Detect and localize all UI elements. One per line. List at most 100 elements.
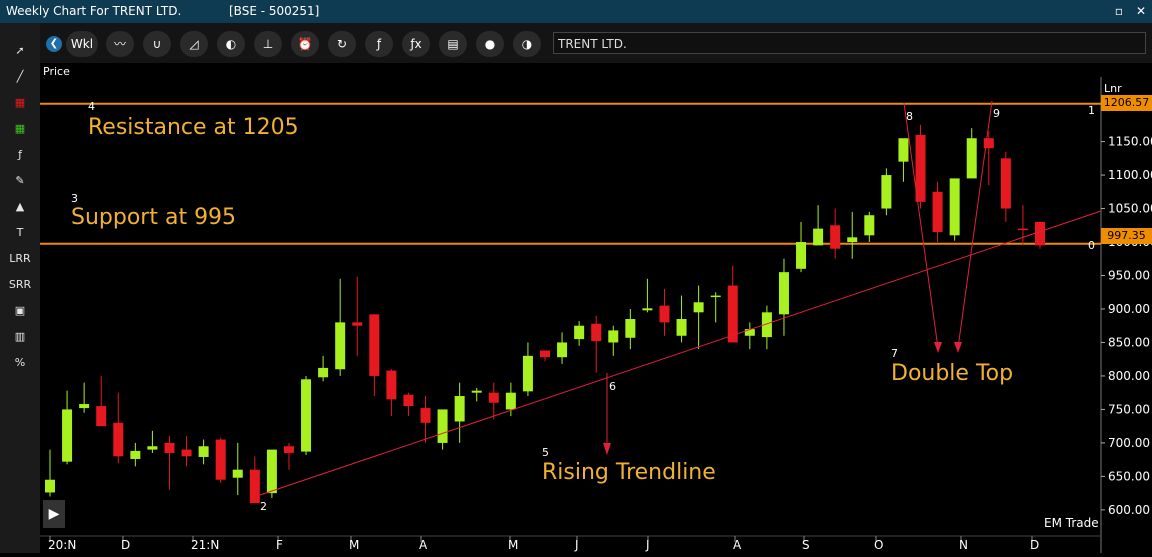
candle-body	[847, 237, 858, 243]
candle-body	[454, 396, 465, 422]
film-icon[interactable]: ▤	[439, 31, 467, 57]
x-tick-label: J	[574, 538, 579, 552]
candle-body	[778, 272, 789, 315]
annotation-double-top: Double Top	[891, 361, 1014, 386]
candle-body	[369, 314, 380, 376]
candle-body	[574, 325, 585, 340]
line-chart-icon[interactable]: 〰	[106, 31, 134, 57]
candle-body	[113, 422, 124, 457]
marker-1: 1	[1088, 104, 1095, 117]
candle-body	[181, 449, 192, 457]
candle-body	[471, 390, 482, 393]
y-tick-label: 750.00	[1108, 402, 1150, 416]
x-tick-label: A	[419, 538, 428, 552]
bar-chart-icon[interactable]: ▥	[8, 326, 32, 348]
function-icon[interactable]: ƒ	[8, 144, 32, 166]
candle-body	[1000, 158, 1011, 209]
brush-icon[interactable]: ✎	[8, 170, 32, 192]
drawing-tools-sidebar: ➚ ╱ ▦ ▦ ƒ ✎ ▲ T LRR SRR ▣ ▥%	[0, 23, 40, 553]
shapes-icon[interactable]: ▲	[8, 196, 32, 218]
candle-body	[352, 322, 363, 326]
x-tick-label: 20:N	[48, 538, 76, 552]
period-button[interactable]: Wkl	[66, 31, 98, 57]
candle-body	[830, 225, 841, 249]
chart-area[interactable]: 600.00 650.00 700.00 750.00 800.00 850.00 900.…	[40, 63, 1152, 553]
candle-body	[522, 355, 533, 392]
candle-body	[215, 439, 226, 480]
maximize-icon[interactable]: ▫	[1110, 2, 1128, 20]
play-button[interactable]: ▶	[43, 500, 65, 528]
candle-body	[62, 409, 73, 462]
candle-body	[1035, 221, 1045, 246]
srr-tool[interactable]: SRR	[8, 274, 32, 296]
candle-body	[557, 342, 568, 358]
annotation-support: Support at 995	[71, 205, 237, 230]
candle-body	[659, 305, 670, 323]
candle-body	[488, 392, 499, 403]
green-grid-icon[interactable]: ▦	[8, 118, 32, 140]
symbol-input[interactable]: TRENT LTD.	[553, 32, 1146, 54]
half-moon-icon[interactable]: ◑	[513, 31, 541, 57]
y-tick-label: 950.00	[1108, 268, 1150, 282]
exchange-code: [BSE - 500251]	[229, 4, 320, 18]
y-tick-label: 900.00	[1108, 302, 1150, 316]
image-icon[interactable]: ▣	[8, 300, 32, 322]
candle-body	[608, 330, 619, 343]
trendline-icon[interactable]: ╱	[8, 66, 32, 88]
candle-body	[249, 469, 260, 504]
watermark: EM Trade	[1044, 516, 1099, 530]
candle-body	[266, 449, 277, 494]
candle-body	[164, 442, 175, 453]
annotation-rising-trendline: Rising Trendline	[542, 460, 716, 485]
candle-body	[932, 191, 943, 232]
x-tick-label: 21:N	[191, 538, 219, 552]
x-tick-label: D	[1030, 538, 1039, 552]
bar-settings-icon[interactable]: ⊥	[254, 31, 282, 57]
candle-body	[335, 322, 346, 370]
fx-icon[interactable]: ƒx	[402, 31, 430, 57]
candle-body	[591, 323, 602, 342]
price-tag-support: 997.35	[1101, 228, 1152, 244]
function-icon[interactable]: ƒ	[365, 31, 393, 57]
refresh-icon[interactable]: ↻	[328, 31, 356, 57]
cursor-arrow-icon[interactable]: ➚	[8, 40, 32, 62]
marker-5: 5	[542, 446, 549, 459]
candle-body	[540, 350, 550, 358]
x-tick-label: O	[874, 538, 883, 552]
mouse-icon[interactable]: ◐	[217, 31, 245, 57]
candle-body	[1017, 228, 1028, 231]
close-icon[interactable]: ✕	[1132, 2, 1150, 20]
x-tick-label: F	[276, 538, 283, 552]
white-circle-icon[interactable]: ●	[476, 31, 504, 57]
magnet-icon[interactable]: ∪	[143, 31, 171, 57]
marker-9: 9	[993, 107, 1000, 120]
y-tick-label: 800.00	[1108, 369, 1150, 383]
candle-body	[642, 308, 653, 311]
y-tick-label: 850.00	[1108, 335, 1150, 349]
x-tick-label: M	[508, 538, 518, 552]
area-chart-icon[interactable]: ◿	[180, 31, 208, 57]
marker-6: 6	[609, 380, 616, 393]
lrr-tool[interactable]: LRR	[8, 248, 32, 270]
price-tag-resistance: 1206.57	[1101, 95, 1152, 111]
red-grid-icon[interactable]: ▦	[8, 92, 32, 114]
y-tick-label: 700.00	[1108, 436, 1150, 450]
candle-body	[45, 479, 55, 493]
chart-toolbar: ❮ Wkl TRENT LTD. 〰 ∪ ◿ ◐ ⊥ ⏰ ↻ ƒ ƒx ▤ ● ◑	[40, 23, 1152, 63]
x-tick-label: J	[645, 538, 650, 552]
candle-body	[915, 134, 926, 202]
candle-body	[147, 446, 158, 450]
x-tick-label: M	[349, 538, 359, 552]
text-icon[interactable]: T	[8, 222, 32, 244]
y-tick-label: 1100.00	[1108, 168, 1152, 182]
percent-icon[interactable]: %	[8, 352, 32, 374]
alarm-clock-icon[interactable]: ⏰	[291, 31, 319, 57]
back-icon[interactable]: ❮	[46, 36, 62, 52]
window-title-bar: Weekly Chart For TRENT LTD. [BSE - 50025…	[0, 0, 1152, 23]
candle-body	[625, 319, 636, 338]
x-tick-label: A	[733, 538, 742, 552]
window-title: Weekly Chart For TRENT LTD.	[6, 4, 182, 18]
y-tick-label: 650.00	[1108, 469, 1150, 483]
candle-body	[318, 367, 329, 378]
x-tick-label: D	[121, 538, 130, 552]
